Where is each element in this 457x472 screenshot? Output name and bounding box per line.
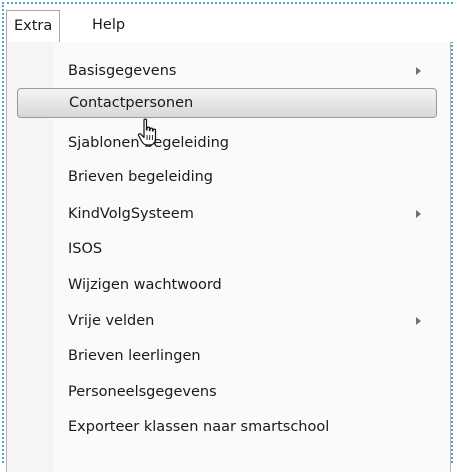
- menu-item-kindvolgsysteem[interactable]: KindVolgSysteem: [17, 199, 437, 229]
- menu-item-label: Brieven begeleiding: [68, 169, 214, 185]
- menu-item-exporteer-klassen[interactable]: Exporteer klassen naar smartschool: [17, 412, 437, 442]
- chevron-right-icon: [416, 67, 421, 75]
- menu-item-label: Exporteer klassen naar smartschool: [68, 419, 330, 435]
- menu-item-vrije-velden[interactable]: Vrije velden: [17, 306, 437, 336]
- extra-dropdown-menu: Basisgegevens Contactpersonen Sjablonen …: [6, 42, 451, 472]
- menu-item-label: ISOS: [68, 241, 103, 257]
- hand-pointer-icon: [137, 118, 157, 146]
- menu-item-brieven-leerlingen[interactable]: Brieven leerlingen: [17, 341, 437, 371]
- menu-extra[interactable]: Extra: [6, 10, 61, 42]
- menu-item-wijzigen-wachtwoord[interactable]: Wijzigen wachtwoord: [17, 270, 437, 300]
- menu-item-sjablonen-begeleiding[interactable]: Sjablonen begeleiding: [17, 128, 437, 158]
- menu-item-label: Wijzigen wachtwoord: [68, 277, 222, 293]
- menu-item-label: Contactpersonen: [69, 95, 194, 111]
- menu-item-isos[interactable]: ISOS: [17, 234, 437, 264]
- menu-item-label: Vrije velden: [68, 313, 155, 329]
- chevron-right-icon: [416, 317, 421, 325]
- menu-item-label: Personeelsgegevens: [68, 384, 217, 400]
- menu-item-basisgegevens[interactable]: Basisgegevens: [17, 56, 437, 86]
- chevron-right-icon: [416, 210, 421, 218]
- menu-item-label: KindVolgSysteem: [68, 206, 194, 222]
- menu-item-personeelsgegevens[interactable]: Personeelsgegevens: [17, 377, 437, 407]
- menu-bar: Extra Help: [4, 4, 453, 42]
- menu-item-label: Brieven leerlingen: [68, 348, 201, 364]
- menu-help[interactable]: Help: [82, 10, 135, 42]
- menu-item-brieven-begeleiding[interactable]: Brieven begeleiding: [17, 162, 437, 192]
- menu-item-contactpersonen[interactable]: Contactpersonen: [17, 88, 437, 118]
- menu-item-label: Basisgegevens: [68, 63, 177, 79]
